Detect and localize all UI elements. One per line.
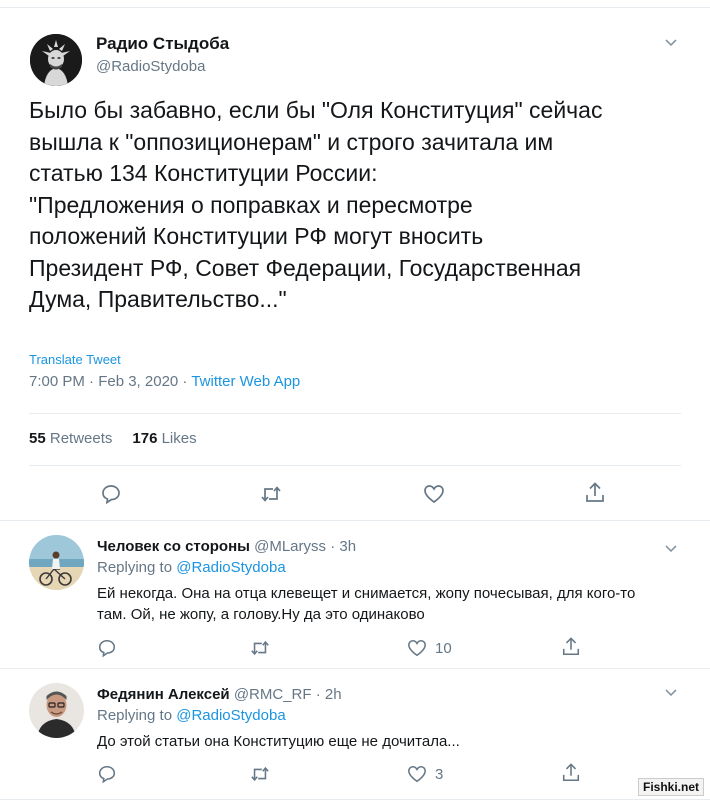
like-button[interactable]: 10 <box>407 638 452 658</box>
retweet-icon <box>251 640 269 656</box>
reply-text: До этой статьи она Конституцию еще не до… <box>97 733 460 750</box>
statue-of-liberty-avatar-icon <box>30 34 82 86</box>
chevron-down-icon[interactable] <box>664 686 678 700</box>
reply-icon <box>98 765 116 784</box>
reply-age[interactable]: 3h <box>339 538 356 555</box>
like-icon <box>408 765 426 783</box>
divider <box>29 465 681 466</box>
retweets-stat[interactable]: 55 Retweets <box>29 430 112 447</box>
reply-tweet[interactable]: Человек со стороны @MLaryss · 3h Replyin… <box>0 521 710 669</box>
tweet-thread-page: Радио Стыдоба @RadioStydoba Было бы заба… <box>0 0 710 800</box>
replying-to-mention[interactable]: @RadioStydoba <box>176 707 285 724</box>
reply-button[interactable] <box>97 764 125 784</box>
retweet-icon <box>261 486 281 502</box>
replying-to: Replying to @RadioStydoba <box>97 707 286 724</box>
avatar[interactable] <box>30 34 82 86</box>
reply-header: Человек со стороны @MLaryss · 3h <box>97 538 356 555</box>
retweets-label: Retweets <box>49 430 113 447</box>
like-count: 10 <box>435 639 452 657</box>
avatar[interactable] <box>29 535 84 590</box>
replying-to-label: Replying to <box>97 707 173 724</box>
reply-icon <box>102 485 120 505</box>
avatar[interactable] <box>29 683 84 738</box>
beach-cyclist-avatar-icon <box>29 535 84 590</box>
tweet-text: Было бы забавно, если бы "Оля Конституци… <box>29 95 689 316</box>
tweet-text-line: вышла к "оппозиционерам" и строго зачита… <box>29 128 554 155</box>
divider <box>29 413 681 414</box>
tweet-timestamp: 7:00 PM · Feb 3, 2020 · Twitter Web App <box>29 373 300 390</box>
separator-dot: · <box>330 538 336 555</box>
tweet-stats: 55 Retweets 176 Likes <box>29 430 197 447</box>
like-icon <box>408 639 426 657</box>
share-icon <box>586 482 604 502</box>
tweet-source-app[interactable]: Twitter Web App <box>191 373 300 390</box>
translate-tweet-link[interactable]: Translate Tweet <box>29 352 121 367</box>
chevron-down-icon[interactable] <box>664 36 678 50</box>
retweet-icon <box>251 766 269 782</box>
main-tweet: Радио Стыдоба @RadioStydoba Было бы заба… <box>0 8 710 521</box>
chevron-down-icon[interactable] <box>664 542 678 556</box>
tweet-text-line: Было бы забавно, если бы "Оля Конституци… <box>29 97 603 123</box>
tweet-text-line: статью 134 Конституции России: <box>29 160 378 186</box>
reply-button[interactable] <box>100 483 122 505</box>
reply-age[interactable]: 2h <box>325 686 342 703</box>
separator-dot: · <box>315 686 321 703</box>
replying-to-label: Replying to <box>97 559 173 576</box>
replying-to-mention[interactable]: @RadioStydoba <box>176 559 285 576</box>
author-name[interactable]: Человек со стороны <box>97 538 250 555</box>
reply-tweet[interactable]: Федянин Алексей @RMC_RF · 2h Replying to… <box>0 669 710 800</box>
reply-icon <box>98 639 116 658</box>
likes-stat[interactable]: 176 Likes <box>132 430 196 447</box>
tweet-text-line: "Предложения о поправках и пересмотре <box>29 191 473 218</box>
reply-button[interactable] <box>97 638 125 658</box>
author-name[interactable]: Федянин Алексей <box>97 686 230 703</box>
watermark: Fishki.net <box>637 778 704 796</box>
likes-count: 176 <box>132 430 158 447</box>
like-button[interactable] <box>423 483 445 505</box>
retweet-button[interactable] <box>249 764 279 784</box>
retweet-button[interactable] <box>259 483 283 505</box>
reply-text: Ей некогда. Она на отца клевещет и снима… <box>97 585 636 623</box>
share-icon <box>562 637 580 656</box>
top-divider <box>0 0 710 8</box>
like-icon <box>424 485 444 504</box>
retweet-button[interactable] <box>249 638 279 658</box>
share-button[interactable] <box>584 481 606 505</box>
author-name[interactable]: Радио Стыдоба <box>96 34 229 54</box>
likes-label: Likes <box>161 430 197 447</box>
like-button[interactable]: 3 <box>407 764 443 784</box>
tweet-text-line: положений Конституции РФ могут вносить <box>29 223 484 249</box>
author-handle[interactable]: @RMC_RF <box>234 686 312 703</box>
reply-header: Федянин Алексей @RMC_RF · 2h <box>97 686 342 703</box>
tweet-text-line: Дума, Правительство..." <box>29 286 287 312</box>
author-handle[interactable]: @RadioStydoba <box>96 58 205 75</box>
share-button[interactable] <box>561 762 581 784</box>
author-handle[interactable]: @MLaryss <box>254 538 326 555</box>
share-button[interactable] <box>561 636 581 658</box>
like-count: 3 <box>435 765 444 783</box>
retweets-count: 55 <box>29 430 46 447</box>
replying-to: Replying to @RadioStydoba <box>97 559 286 576</box>
tweet-text-line: Президент РФ, Совет Федерации, Государст… <box>29 254 582 281</box>
man-portrait-avatar-icon <box>29 683 84 738</box>
share-icon <box>562 763 580 782</box>
tweet-time[interactable]: 7:00 PM · Feb 3, 2020 · <box>29 373 191 390</box>
